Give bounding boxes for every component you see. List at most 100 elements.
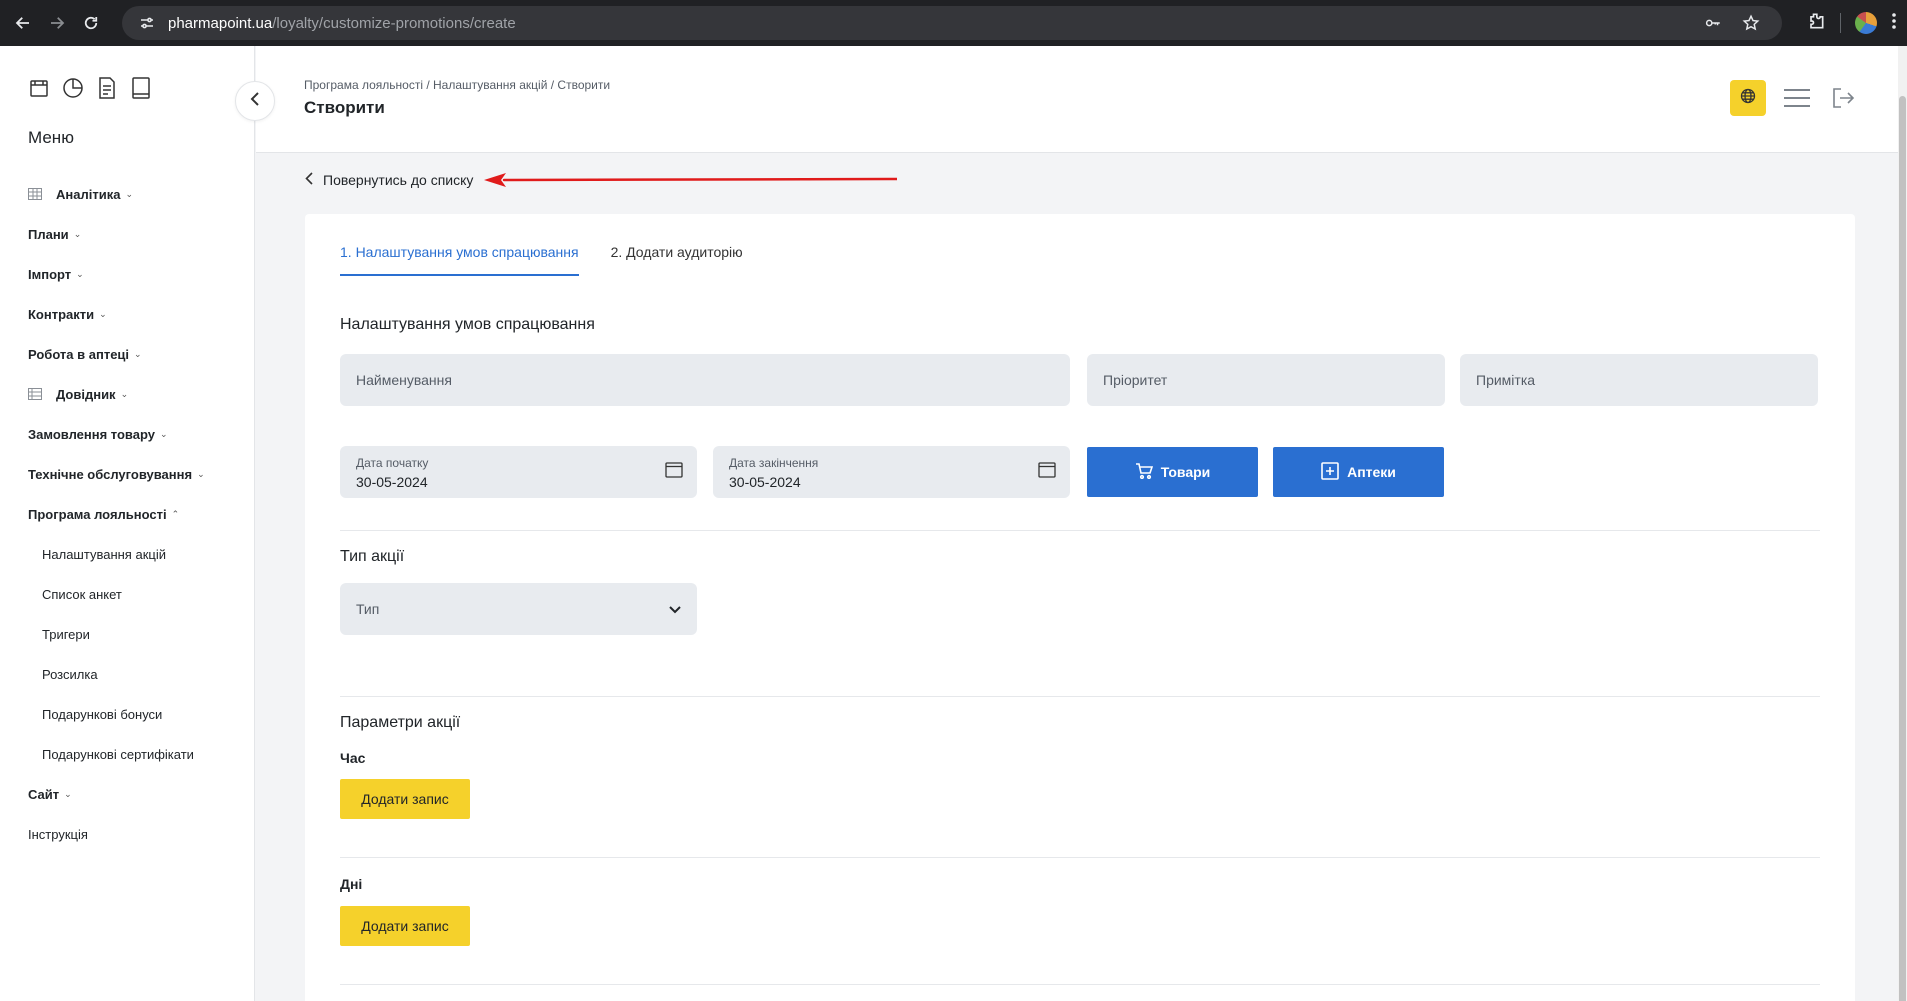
site-settings-icon[interactable] [136,12,158,34]
chevron-down-icon: ⌄ [120,388,129,399]
add-days-record-button[interactable]: Додати запис [340,906,470,946]
cart-icon [1135,462,1153,482]
browser-menu-icon[interactable] [1891,12,1897,35]
type-select-value: Тип [356,601,380,617]
toolbar-divider [1840,13,1841,33]
sidebar-item-plans[interactable]: Плани ⌄ [28,214,248,254]
extensions-icon[interactable] [1806,11,1826,36]
priority-input[interactable]: Пріоритет [1087,354,1445,406]
sidebar-item-orders[interactable]: Замовлення товару ⌄ [28,414,248,454]
sidebar-menu: Аналітика ⌄ Плани ⌄ Імпорт ⌄ Контракти ⌄ Роб… [28,174,248,854]
sidebar: Меню Аналітика ⌄ Плани ⌄ Імпорт ⌄ Контракти… [0,46,255,1001]
browser-toolbar: pharmapoint.ua/loyalty/customize-promoti… [0,0,1907,46]
start-date-field[interactable]: Дата початку 30-05-2024 [340,446,697,498]
step-tabs: 1. Налаштування умов спрацювання 2. Дода… [340,244,743,276]
sidebar-item-label: Сайт [28,786,60,802]
annotation-arrow [484,173,897,187]
params-section-title: Параметри акції [340,714,461,731]
sidebar-item-directory[interactable]: Довідник ⌄ [28,374,248,414]
table-icon [28,188,44,200]
hamburger-menu-icon[interactable] [1782,83,1812,113]
sidebar-item-loyalty[interactable]: Програма лояльності ⌃ [28,494,248,534]
logout-icon[interactable] [1828,83,1858,113]
pie-chart-icon[interactable] [62,76,84,100]
sidebar-subitem-promo-settings[interactable]: Налаштування акцій [28,534,248,574]
sidebar-quick-icons [28,76,152,100]
time-label: Час [340,750,366,766]
calendar-icon[interactable] [1038,462,1056,483]
end-date-field[interactable]: Дата закінчення 30-05-2024 [713,446,1070,498]
days-label: Дні [340,876,363,892]
list-icon [28,388,44,400]
globe-icon [1740,88,1756,109]
sidebar-item-instruction[interactable]: Інструкція [28,814,248,854]
language-button[interactable] [1730,80,1766,116]
chevron-down-icon: ⌄ [160,428,168,439]
chevron-up-icon: ⌃ [171,508,180,519]
sidebar-item-label: Технічне обслуговування [28,466,193,482]
sidebar-item-label: Контракти [28,306,95,322]
type-select[interactable]: Тип [340,583,697,635]
back-icon[interactable] [6,6,40,40]
sidebar-item-label: Імпорт [28,266,72,282]
tab-audience[interactable]: 2. Додати аудиторію [611,244,743,276]
sidebar-item-site[interactable]: Сайт ⌄ [28,774,248,814]
sidebar-item-analytics[interactable]: Аналітика ⌄ [28,174,248,214]
sidebar-item-label: Робота в аптеці [28,346,130,362]
chevron-left-icon [250,91,260,111]
sidebar-item-label: Аналітика [56,186,121,202]
chevron-down-icon: ⌄ [125,188,133,199]
chevron-down-icon: ⌄ [134,348,142,359]
sidebar-item-label: Плани [28,226,69,242]
divider [340,984,1820,985]
sidebar-subitem-mailing[interactable]: Розсилка [28,654,248,694]
chevron-down-icon: ⌄ [99,308,107,319]
tab-conditions[interactable]: 1. Налаштування умов спрацювання [340,244,579,276]
store-icon[interactable] [28,76,50,100]
page-scrollbar[interactable] [1898,46,1907,1001]
sidebar-subitem-gift-bonuses[interactable]: Подарункові бонуси [28,694,248,734]
reload-icon[interactable] [74,6,108,40]
divider [340,530,1820,531]
profile-avatar[interactable] [1855,12,1877,34]
pharmacies-button-label: Аптеки [1347,464,1396,480]
bookmark-star-icon[interactable] [1740,12,1762,34]
sidebar-item-maintenance[interactable]: Технічне обслуговування ⌄ [28,454,248,494]
end-date-label: Дата закінчення [729,456,819,470]
note-input[interactable]: Примітка [1460,354,1818,406]
pharmacies-button[interactable]: Аптеки [1273,447,1444,497]
forward-icon[interactable] [40,6,74,40]
start-date-value: 30-05-2024 [356,474,428,490]
sidebar-item-contracts[interactable]: Контракти ⌄ [28,294,248,334]
book-icon[interactable] [130,76,152,100]
scrollbar-thumb[interactable] [1899,96,1906,1001]
form-card: 1. Налаштування умов спрацювання 2. Дода… [305,214,1855,1001]
sidebar-item-label: Програма лояльності [28,506,167,522]
page-title: Створити [304,98,385,117]
sidebar-item-label: Довідник [56,386,116,402]
action-type-title: Тип акції [340,548,405,565]
end-date-value: 30-05-2024 [729,474,801,490]
sidebar-subitem-triggers[interactable]: Тригери [28,614,248,654]
menu-title: Меню [28,128,74,147]
sidebar-item-import[interactable]: Імпорт ⌄ [28,254,248,294]
address-bar[interactable]: pharmapoint.ua/loyalty/customize-promoti… [122,6,1782,40]
chevron-down-icon [669,601,681,617]
chevron-down-icon: ⌄ [197,468,205,479]
plus-square-icon [1321,461,1339,483]
back-to-list-link[interactable]: Повернутись до списку [305,172,473,188]
sidebar-item-pharmacy-work[interactable]: Робота в аптеці ⌄ [28,334,248,374]
chevron-down-icon: ⌄ [76,268,84,279]
sidebar-subitem-gift-certificates[interactable]: Подарункові сертифікати [28,734,248,774]
password-key-icon[interactable] [1702,12,1724,34]
add-time-record-button[interactable]: Додати запис [340,779,470,819]
sidebar-subitem-questionnaires[interactable]: Список анкет [28,574,248,614]
goods-button[interactable]: Товари [1087,447,1258,497]
name-input[interactable]: Найменування [340,354,1070,406]
sidebar-item-label: Замовлення товару [28,426,155,442]
calendar-icon[interactable] [665,462,683,483]
collapse-sidebar-button[interactable] [235,81,275,121]
document-icon[interactable] [96,76,118,100]
start-date-label: Дата початку [356,456,429,470]
chevron-down-icon: ⌄ [73,228,82,239]
